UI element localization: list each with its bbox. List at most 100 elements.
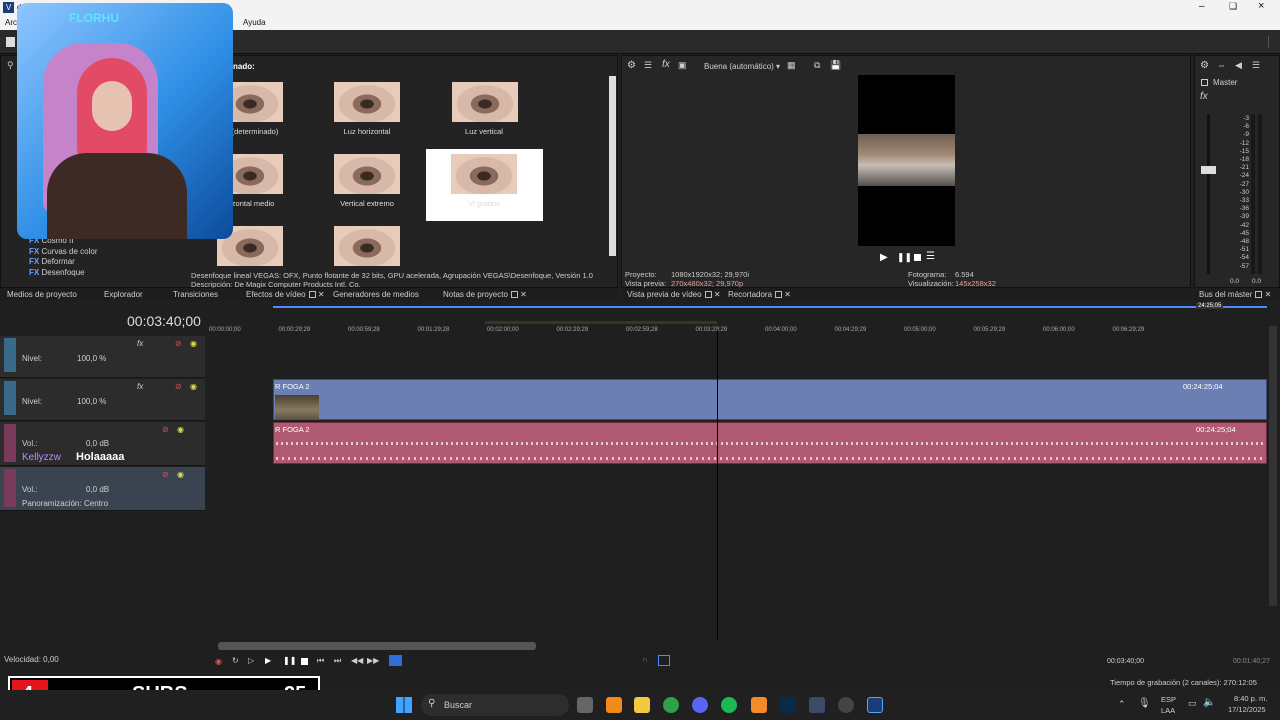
discord-icon[interactable]: [692, 697, 708, 713]
task-view-icon[interactable]: [577, 697, 593, 713]
close-icon[interactable]: ✕: [784, 290, 791, 299]
preview-menu-icon[interactable]: ☰: [926, 251, 935, 262]
copy-snapshot-icon[interactable]: ⧉: [814, 60, 820, 71]
tab-project-media[interactable]: Medios de proyecto: [7, 290, 77, 299]
mute-track-icon[interactable]: ⊘: [175, 382, 182, 391]
auto-ripple-icon[interactable]: [658, 655, 670, 666]
maximize-icon[interactable]: [775, 291, 783, 299]
master-checkbox[interactable]: [1201, 79, 1208, 86]
horizontal-scrollbar[interactable]: [218, 642, 536, 650]
new-project-icon[interactable]: [6, 37, 15, 47]
properties-icon[interactable]: ☰: [644, 60, 652, 71]
solo-track-icon[interactable]: ◉: [190, 339, 197, 348]
menu-item-archivo[interactable]: Arc: [5, 18, 17, 27]
tab-media-generators[interactable]: Generadores de medios: [333, 290, 419, 299]
vegas-launcher-icon[interactable]: [751, 697, 767, 713]
fx-list-item[interactable]: FX Deformar: [29, 257, 179, 268]
track-header-2[interactable]: Nivel: 100,0 % fx ⊘ ◉: [0, 379, 205, 421]
mute-track-icon[interactable]: ⊘: [162, 470, 169, 479]
tab-trimmer[interactable]: Recortadora ✕: [728, 290, 791, 299]
loop-region[interactable]: [485, 321, 717, 324]
track-fx-icon[interactable]: fx: [137, 382, 143, 391]
settings-icon[interactable]: ⚙: [1200, 60, 1209, 71]
go-to-start-icon[interactable]: ⏮: [317, 656, 324, 666]
network-icon[interactable]: ▭: [1188, 698, 1197, 709]
photoshop-icon[interactable]: [780, 697, 796, 713]
snap-icon[interactable]: ∩: [642, 655, 648, 664]
tab-project-notes[interactable]: Notas de proyecto ✕: [443, 290, 527, 299]
solo-track-icon[interactable]: ◉: [177, 470, 184, 479]
audio-clip[interactable]: R FOGA 2 00:24:25;04: [273, 422, 1267, 464]
presets-scrollbar[interactable]: [609, 76, 616, 256]
track-fx-icon[interactable]: fx: [137, 339, 143, 348]
maximize-icon[interactable]: [510, 291, 518, 299]
grid-icon[interactable]: ▦: [787, 60, 796, 71]
preset-thumbnail[interactable]: [334, 154, 400, 194]
next-frame-icon[interactable]: ▶▶: [367, 656, 379, 665]
preview-play-icon[interactable]: ▶: [880, 252, 888, 263]
preview-quality-dropdown[interactable]: Buena (automático) ▾: [704, 62, 780, 71]
tray-chevron-icon[interactable]: ⌃: [1118, 699, 1126, 710]
vegas-pro-icon[interactable]: [867, 697, 883, 713]
fx-icon[interactable]: fx: [662, 59, 670, 70]
preview-stop-icon[interactable]: [914, 254, 921, 261]
volume-icon[interactable]: 🔈: [1203, 697, 1215, 708]
play-icon[interactable]: ▶: [265, 656, 271, 665]
mute-icon[interactable]: ◀: [1235, 60, 1242, 71]
close-icon[interactable]: ✕: [714, 290, 721, 299]
mute-track-icon[interactable]: ⊘: [162, 425, 169, 434]
stop-icon[interactable]: [301, 658, 308, 665]
save-snapshot-icon[interactable]: 💾: [830, 60, 841, 71]
playhead-cursor[interactable]: [717, 330, 718, 640]
fx-icon[interactable]: fx: [1200, 91, 1208, 102]
preset-thumbnail[interactable]: [334, 226, 400, 266]
preset-thumbnail[interactable]: [334, 82, 400, 122]
loop-icon[interactable]: ↻: [232, 656, 239, 665]
maximize-icon[interactable]: [308, 291, 316, 299]
app-icon[interactable]: [809, 697, 825, 713]
preset-thumbnail[interactable]: [452, 82, 518, 122]
language-bottom[interactable]: LAA: [1161, 706, 1175, 715]
minimize-button[interactable]: –: [1199, 1, 1205, 12]
close-icon[interactable]: ✕: [318, 290, 325, 299]
tab-explorer[interactable]: Explorador: [104, 290, 143, 299]
track-header-4[interactable]: Vol.: 0,0 dB Panoramización: Centro ⊘ ◉: [0, 467, 205, 511]
master-fader-handle[interactable]: [1201, 166, 1216, 174]
mixer-icon[interactable]: ☰: [1252, 60, 1260, 71]
chrome-icon[interactable]: [663, 697, 679, 713]
prev-frame-icon[interactable]: ◀◀: [351, 656, 363, 665]
clock-time[interactable]: 8:40 p. m.: [1234, 694, 1267, 703]
tab-master-bus[interactable]: Bus del máster ✕: [1199, 290, 1271, 299]
go-to-end-icon[interactable]: ⏭: [334, 656, 341, 666]
tab-video-fx[interactable]: Efectos de vídeo ✕: [246, 290, 325, 299]
search-icon[interactable]: ⚲: [7, 60, 14, 71]
maximize-icon[interactable]: [1255, 291, 1263, 299]
split-screen-icon[interactable]: ▣: [678, 60, 687, 71]
close-icon[interactable]: ✕: [520, 290, 527, 299]
file-explorer-icon[interactable]: [634, 697, 650, 713]
microphone-icon[interactable]: 🎙: [1138, 698, 1151, 709]
record-icon[interactable]: ◉: [215, 657, 222, 666]
spotify-icon[interactable]: [721, 697, 737, 713]
video-clip[interactable]: R FOGA 2 00:24:25;04: [273, 379, 1267, 420]
selected-preset-tile[interactable]: Vl grados: [426, 149, 543, 221]
downmix-icon[interactable]: ⇔: [1217, 60, 1226, 70]
track-header-3[interactable]: Vol.: 0,0 dB ⊘ ◉ Kellyzzw Holaaaaa: [0, 422, 205, 466]
mute-track-icon[interactable]: ⊘: [175, 339, 182, 348]
vlc-icon[interactable]: [606, 697, 622, 713]
solo-track-icon[interactable]: ◉: [190, 382, 197, 391]
maximize-icon[interactable]: [704, 291, 712, 299]
menu-item-ayuda[interactable]: Ayuda: [243, 18, 266, 27]
normal-edit-tool-icon[interactable]: [389, 655, 402, 666]
fx-list-item[interactable]: FX Desenfoque: [29, 268, 179, 279]
pause-icon[interactable]: ❚❚: [283, 656, 296, 665]
play-from-start-icon[interactable]: ▷: [248, 656, 254, 665]
taskbar-search[interactable]: ⚲ Buscar: [421, 694, 569, 716]
obs-icon[interactable]: [838, 697, 854, 713]
tab-transitions[interactable]: Transiciones: [173, 290, 218, 299]
language-top[interactable]: ESP: [1161, 695, 1176, 704]
solo-track-icon[interactable]: ◉: [177, 425, 184, 434]
fx-list-item[interactable]: FX Curvas de color: [29, 247, 179, 258]
maximize-button[interactable]: ❏: [1229, 1, 1237, 12]
track-header-1[interactable]: Nivel: 100,0 % fx ⊘ ◉: [0, 336, 205, 378]
